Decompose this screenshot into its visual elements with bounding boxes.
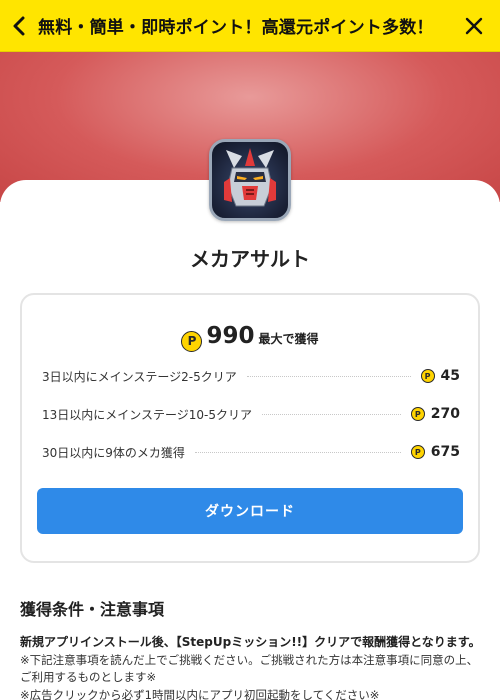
dotted-leader — [246, 375, 411, 377]
dotted-leader — [262, 413, 401, 415]
chevron-left-icon — [13, 16, 25, 35]
terms-note: ※下記注意事項を読んだ上でご挑戦ください。ご挑戦された方は本注意事項に同意の上、… — [20, 653, 479, 684]
point-coin-icon: P — [410, 407, 425, 421]
mission-reward: P 45 — [420, 368, 460, 384]
mission-text: 30日以内に9体のメカ獲得 — [42, 445, 185, 460]
total-points-suffix: 最大で獲得 — [258, 332, 319, 346]
reward-card: P 990 最大で獲得 3日以内にメインステージ2-5クリア P 45 13日以… — [20, 293, 480, 563]
mission-points: 270 — [430, 406, 460, 422]
point-coin-icon: P — [410, 445, 425, 459]
app-title: メカアサルト — [190, 247, 310, 271]
mission-text: 3日以内にメインステージ2-5クリア — [42, 369, 237, 384]
banner-title: 無料・簡単・即時ポイント！高還元ポイント多数！ — [38, 18, 434, 38]
mission-row: 13日以内にメインステージ10-5クリア P 270 — [42, 404, 460, 424]
terms-lead: 新規アプリインストール後、【StepUpミッション!!】クリアで報酬獲得となりま… — [20, 635, 481, 649]
total-reward: P 990 最大で獲得 — [22, 323, 478, 352]
point-coin-icon: P — [420, 369, 435, 383]
mission-text: 13日以内にメインステージ10-5クリア — [42, 407, 253, 422]
top-banner: 無料・簡単・即時ポイント！高還元ポイント多数！ — [0, 0, 500, 52]
mission-row: 3日以内にメインステージ2-5クリア P 45 — [42, 366, 460, 386]
mission-points: 45 — [440, 368, 460, 384]
robot-mech-app-icon — [209, 139, 291, 221]
mission-points: 675 — [430, 444, 460, 460]
mission-reward: P 675 — [410, 444, 460, 460]
total-points: 990 — [206, 323, 255, 349]
close-button[interactable] — [448, 0, 500, 52]
download-button[interactable]: ダウンロード — [37, 488, 463, 534]
close-icon — [465, 17, 483, 34]
robot-head-icon — [224, 148, 276, 207]
terms-note: ※広告クリックから必ず1時間以内にアプリ初回起動をしてください※ — [20, 688, 380, 700]
point-coin-icon: P — [181, 330, 203, 352]
mission-row: 30日以内に9体のメカ獲得 P 675 — [42, 442, 460, 462]
terms-heading: 獲得条件・注意事項 — [20, 600, 165, 619]
mission-reward: P 270 — [410, 406, 460, 422]
back-button[interactable] — [0, 0, 38, 52]
dotted-leader — [194, 451, 401, 453]
